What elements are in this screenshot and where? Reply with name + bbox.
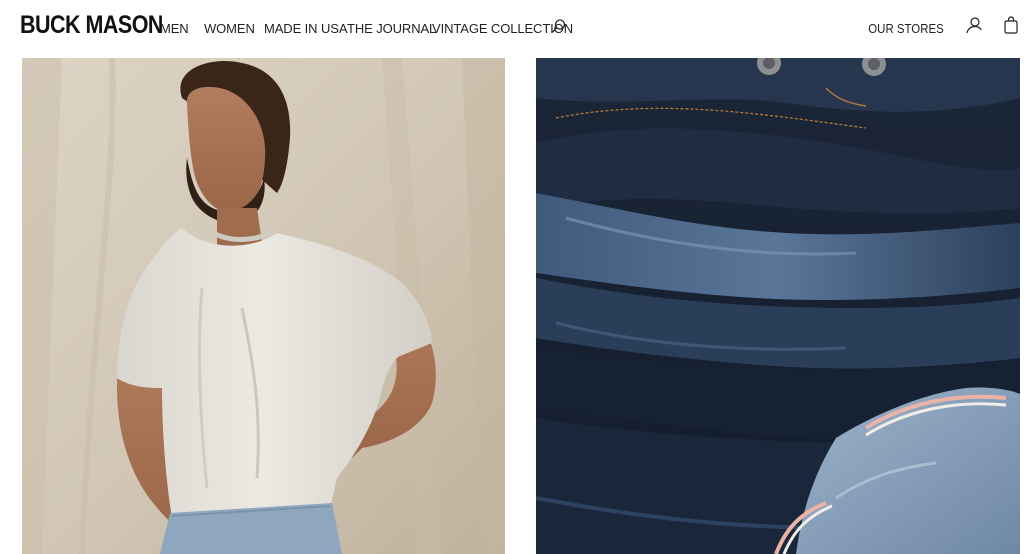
folded-denim-jeans-photo xyxy=(536,58,1020,554)
site-header: BUCK MASON MEN WOMEN MADE IN USA THE JOU… xyxy=(0,0,1024,58)
brand-logo[interactable]: BUCK MASON xyxy=(20,9,163,41)
nav-item-made-in-usa[interactable]: MADE IN USA xyxy=(264,21,348,36)
shopping-bag-icon xyxy=(1004,16,1018,34)
nav-item-journal-wrap: THE JOURNAL xyxy=(347,20,436,38)
search-icon xyxy=(552,19,566,33)
nav-item-journal[interactable]: THE JOURNAL xyxy=(347,21,436,36)
hero-right-panel[interactable] xyxy=(536,58,1020,554)
main-nav: MEN WOMEN MADE IN USA THE JOURNAL VINTAG… xyxy=(160,20,573,38)
nav-item-made-in-usa-wrap: MADE IN USA xyxy=(264,20,348,38)
user-icon xyxy=(966,17,982,34)
nav-item-men-wrap: MEN xyxy=(160,20,196,38)
account-button[interactable] xyxy=(965,16,983,34)
nav-item-women[interactable]: WOMEN xyxy=(204,21,255,36)
man-in-white-tee-photo xyxy=(22,58,505,554)
search-button[interactable] xyxy=(551,18,567,34)
shopping-bag-button[interactable] xyxy=(1003,16,1019,34)
nav-item-women-wrap: WOMEN xyxy=(204,20,256,38)
nav-item-men[interactable]: MEN xyxy=(160,21,189,36)
hero-left-panel[interactable] xyxy=(22,58,505,554)
our-stores-link[interactable]: OUR STORES xyxy=(869,20,944,38)
nav-item-vintage-wrap: VINTAGE COLLECTION xyxy=(432,20,573,38)
